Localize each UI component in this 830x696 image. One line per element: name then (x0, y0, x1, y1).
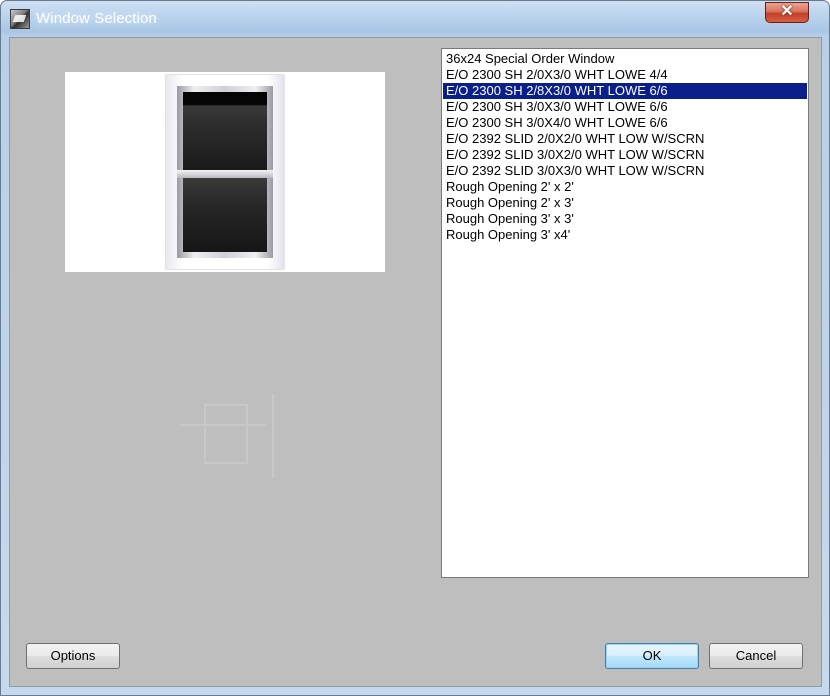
app-icon (10, 9, 30, 29)
meeting-rail (177, 170, 273, 178)
window-preview-image (65, 72, 385, 272)
list-item[interactable]: Rough Opening 3' x 3' (443, 211, 807, 227)
list-item[interactable]: Rough Opening 2' x 3' (443, 195, 807, 211)
list-item[interactable]: E/O 2300 SH 2/0X3/0 WHT LOWE 4/4 (443, 67, 807, 83)
window-casing (165, 74, 285, 270)
dialog-body: 36x24 Special Order Window E/O 2300 SH 2/… (9, 37, 822, 687)
list-item[interactable]: E/O 2392 SLID 3/0X3/0 WHT LOW W/SCRN (443, 163, 807, 179)
options-button[interactable]: Options (26, 643, 120, 669)
window-title: Window Selection (36, 10, 157, 27)
faint-watermark-graphic (180, 394, 276, 478)
window-type-listbox[interactable]: 36x24 Special Order Window E/O 2300 SH 2/… (441, 48, 809, 578)
ok-button[interactable]: OK (605, 643, 699, 669)
cancel-button[interactable]: Cancel (709, 643, 803, 669)
upper-glass-pane (183, 92, 267, 170)
close-button[interactable]: ✕ (765, 2, 809, 23)
list-item[interactable]: E/O 2300 SH 2/8X3/0 WHT LOWE 6/6 (443, 83, 807, 99)
list-item[interactable]: 36x24 Special Order Window (443, 51, 807, 67)
list-item[interactable]: Rough Opening 2' x 2' (443, 179, 807, 195)
window-sash-frame (177, 86, 273, 258)
list-item[interactable]: Rough Opening 3' x4' (443, 227, 807, 243)
list-item[interactable]: E/O 2300 SH 3/0X4/0 WHT LOWE 6/6 (443, 115, 807, 131)
title-bar[interactable]: Window Selection ✕ (1, 1, 829, 37)
lower-glass-pane (183, 178, 267, 252)
close-icon: ✕ (780, 3, 794, 20)
list-item[interactable]: E/O 2300 SH 3/0X3/0 WHT LOWE 6/6 (443, 99, 807, 115)
list-item[interactable]: E/O 2392 SLID 2/0X2/0 WHT LOW W/SCRN (443, 131, 807, 147)
list-item[interactable]: E/O 2392 SLID 3/0X2/0 WHT LOW W/SCRN (443, 147, 807, 163)
window-selection-dialog: Window Selection ✕ 36x24 Special Order W… (0, 0, 830, 696)
